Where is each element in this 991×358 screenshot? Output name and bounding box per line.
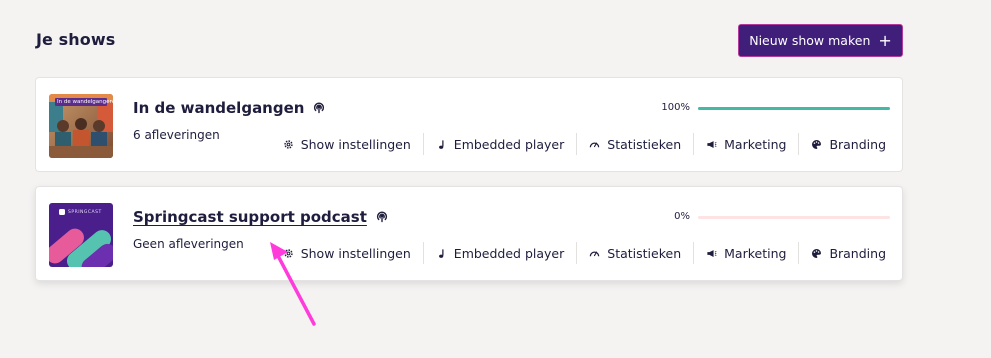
gauge-icon xyxy=(590,251,600,256)
embedded-player-button[interactable]: Embedded player xyxy=(424,133,578,155)
episode-count: 6 afleveringen xyxy=(133,128,220,142)
action-label: Marketing xyxy=(724,136,787,152)
show-settings-button[interactable]: Show instellingen xyxy=(271,242,424,264)
statistics-button[interactable]: Statistieken xyxy=(577,133,695,155)
action-label: Statistieken xyxy=(607,245,682,261)
show-cover[interactable]: SPRINGCAST xyxy=(49,203,113,267)
marketing-button[interactable]: Marketing xyxy=(694,133,800,155)
progress-bar xyxy=(698,216,890,219)
progress-label: 0% xyxy=(674,211,690,222)
plus-icon: + xyxy=(878,30,892,50)
cover-text: SPRINGCAST xyxy=(68,210,102,215)
marketing-button[interactable]: Marketing xyxy=(694,242,800,264)
megaphone-icon xyxy=(707,249,717,257)
gauge-icon xyxy=(590,142,600,147)
new-show-label: Nieuw show maken xyxy=(749,33,871,48)
action-label: Show instellingen xyxy=(300,245,411,261)
action-label: Statistieken xyxy=(607,136,682,152)
music-note-icon xyxy=(438,139,444,149)
page-title: Je shows xyxy=(36,30,116,49)
action-label: Embedded player xyxy=(453,136,565,152)
new-show-button[interactable]: Nieuw show maken + xyxy=(738,24,903,57)
branding-button[interactable]: Branding xyxy=(799,133,886,155)
podcast-icon xyxy=(314,102,325,114)
progress-bar xyxy=(698,107,890,110)
show-title[interactable]: Springcast support podcast xyxy=(133,208,389,226)
action-label: Show instellingen xyxy=(300,136,411,152)
show-settings-button[interactable]: Show instellingen xyxy=(271,133,424,155)
statistics-button[interactable]: Statistieken xyxy=(577,242,695,264)
progress-fill xyxy=(698,107,890,110)
show-title[interactable]: In de wandelgangen xyxy=(133,99,326,117)
gear-icon xyxy=(284,139,293,149)
action-label: Marketing xyxy=(724,245,787,261)
action-label: Branding xyxy=(829,245,886,261)
action-label: Branding xyxy=(829,136,886,152)
show-card: In de wandelgangen In de wandelgangen 6 … xyxy=(35,77,903,172)
show-card: SPRINGCAST Springcast support podcast Ge… xyxy=(35,186,903,281)
show-title-text[interactable]: In de wandelgangen xyxy=(133,99,304,117)
embedded-player-button[interactable]: Embedded player xyxy=(424,242,578,264)
show-title-text[interactable]: Springcast support podcast xyxy=(133,208,367,226)
megaphone-icon xyxy=(707,140,717,148)
gear-icon xyxy=(284,248,293,258)
music-note-icon xyxy=(438,248,444,258)
palette-icon xyxy=(812,248,822,258)
show-actions: Show instellingen Embedded player Statis… xyxy=(271,133,886,155)
cover-text: In de wandelgangen xyxy=(57,99,113,105)
episode-count: Geen afleveringen xyxy=(133,237,244,251)
show-actions: Show instellingen Embedded player Statis… xyxy=(271,242,886,264)
show-cover[interactable]: In de wandelgangen xyxy=(49,94,113,158)
progress-label: 100% xyxy=(661,102,690,113)
palette-icon xyxy=(812,139,822,149)
podcast-icon xyxy=(376,211,387,223)
action-label: Embedded player xyxy=(453,245,565,261)
branding-button[interactable]: Branding xyxy=(799,242,886,264)
